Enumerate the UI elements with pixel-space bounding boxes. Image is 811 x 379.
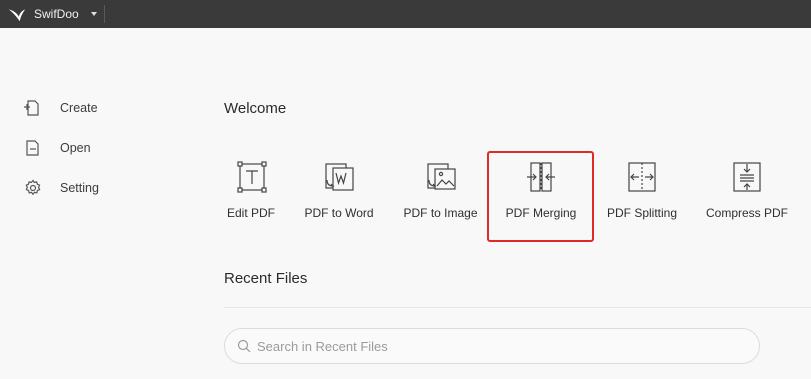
sidebar-item-create[interactable]: Create bbox=[24, 96, 144, 120]
sidebar-item-label: Setting bbox=[60, 181, 99, 195]
title-bar: SwifDoo bbox=[0, 0, 811, 28]
app-menu-button[interactable]: SwifDoo bbox=[8, 0, 97, 28]
image-convert-icon bbox=[426, 163, 456, 190]
recent-files-heading: Recent Files bbox=[224, 270, 308, 287]
search-box[interactable] bbox=[224, 328, 760, 364]
tool-pdf-to-image[interactable]: PDF to Image bbox=[403, 160, 478, 230]
sidebar-item-open[interactable]: Open bbox=[24, 136, 144, 160]
app-name: SwifDoo bbox=[34, 7, 79, 21]
gear-icon bbox=[25, 179, 41, 196]
dropdown-caret-icon bbox=[90, 12, 97, 16]
sidebar: Create Open Setting bbox=[0, 28, 160, 379]
tool-label: Compress PDF bbox=[706, 206, 789, 220]
tool-compress-pdf[interactable]: Compress PDF bbox=[706, 160, 789, 230]
tool-label: PDF to Word bbox=[304, 206, 374, 220]
edit-text-icon bbox=[237, 161, 267, 193]
sidebar-item-label: Open bbox=[60, 141, 91, 155]
divider bbox=[224, 307, 811, 308]
tool-edit-pdf[interactable]: Edit PDF bbox=[227, 160, 276, 230]
welcome-heading: Welcome bbox=[224, 100, 287, 117]
sidebar-item-setting[interactable]: Setting bbox=[24, 176, 144, 200]
tool-label: PDF to Image bbox=[403, 206, 478, 220]
split-icon bbox=[628, 162, 656, 192]
swift-bird-logo-icon bbox=[8, 9, 26, 22]
create-file-icon bbox=[24, 100, 39, 116]
word-convert-icon bbox=[325, 163, 354, 191]
tool-label: PDF Splitting bbox=[606, 206, 678, 220]
tool-pdf-to-word[interactable]: PDF to Word bbox=[304, 160, 374, 230]
tool-label: Edit PDF bbox=[227, 206, 276, 220]
search-input[interactable] bbox=[257, 338, 737, 354]
sidebar-item-label: Create bbox=[60, 101, 98, 115]
tool-pdf-splitting[interactable]: PDF Splitting bbox=[606, 160, 678, 230]
open-folder-icon bbox=[26, 140, 39, 156]
search-icon bbox=[237, 339, 251, 353]
compress-icon bbox=[733, 162, 761, 192]
titlebar-divider bbox=[104, 5, 105, 23]
selection-highlight bbox=[487, 151, 594, 242]
